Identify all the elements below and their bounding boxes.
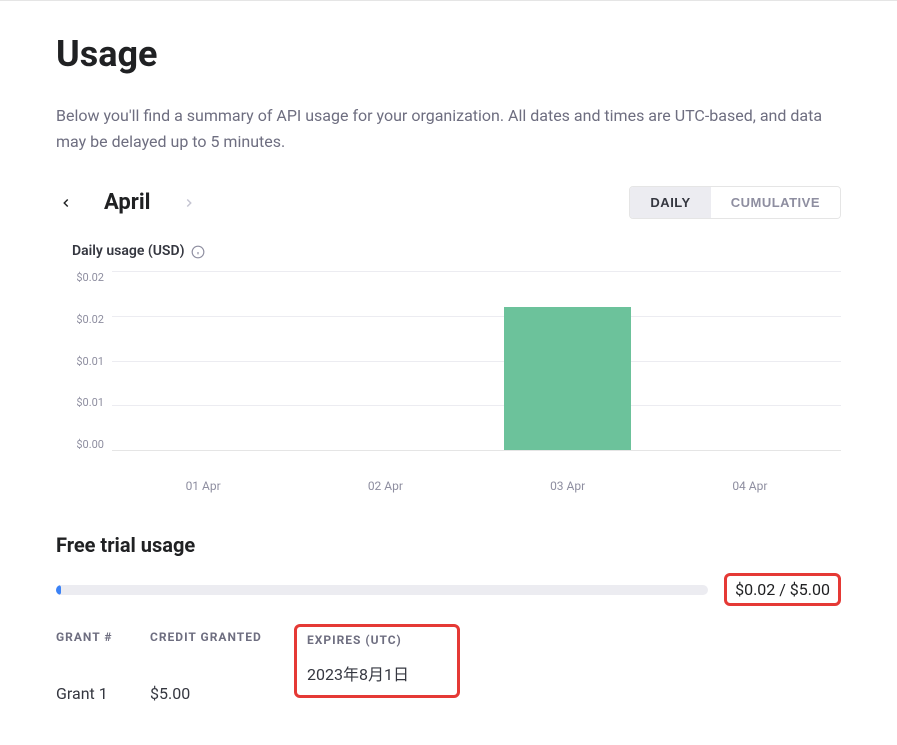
- cell-expires: 2023年8月1日: [307, 665, 409, 684]
- x-tick: 02 Apr: [294, 479, 476, 493]
- x-tick: 04 Apr: [659, 479, 841, 493]
- y-tick: $0.01: [76, 396, 104, 409]
- progress-text: $0.02 / $5.00: [735, 580, 830, 599]
- x-tick: 01 Apr: [112, 479, 294, 493]
- progress-row: $0.02 / $5.00: [56, 573, 841, 606]
- bar[interactable]: [504, 307, 632, 450]
- y-tick: $0.02: [76, 271, 104, 284]
- chevron-right-icon: [182, 196, 196, 210]
- month-label: April: [104, 190, 151, 215]
- month-nav: April: [56, 190, 199, 215]
- cumulative-toggle[interactable]: CUMULATIVE: [711, 187, 840, 218]
- next-month-button[interactable]: [179, 193, 199, 213]
- chart-section: Daily usage (USD) $0.02 $0.02 $0.01 $0.0…: [56, 243, 841, 493]
- x-axis: 01 Apr02 Apr03 Apr04 Apr: [112, 479, 841, 493]
- grants-table: GRANT # CREDIT GRANTED EXPIRES (UTC) 202…: [56, 630, 841, 713]
- bar-slot: [112, 271, 294, 450]
- progress-fill: [56, 585, 61, 595]
- cell-grant: Grant 1: [56, 684, 126, 703]
- view-toggle: DAILY CUMULATIVE: [629, 186, 841, 219]
- bars-container: [112, 271, 841, 450]
- bar-slot: [659, 271, 841, 450]
- x-tick: 03 Apr: [477, 479, 659, 493]
- page-title: Usage: [56, 33, 841, 75]
- free-trial-section: Free trial usage $0.02 / $5.00 GRANT # C…: [56, 533, 841, 713]
- chart-area: $0.02 $0.02 $0.01 $0.01 $0.00: [56, 271, 841, 471]
- info-icon[interactable]: [191, 244, 205, 258]
- bar-slot: [477, 271, 659, 450]
- chevron-left-icon: [59, 196, 73, 210]
- daily-toggle[interactable]: DAILY: [630, 187, 710, 218]
- chart-title-row: Daily usage (USD): [72, 243, 841, 259]
- progress-bar: [56, 585, 708, 595]
- usage-highlight-box: $0.02 / $5.00: [724, 573, 841, 606]
- bar-slot: [294, 271, 476, 450]
- cell-credit: $5.00: [150, 684, 280, 703]
- page-description: Below you'll find a summary of API usage…: [56, 103, 836, 154]
- y-tick: $0.01: [76, 355, 104, 368]
- chart-title: Daily usage (USD): [72, 243, 185, 259]
- free-trial-title: Free trial usage: [56, 533, 841, 557]
- y-tick: $0.00: [76, 438, 104, 451]
- prev-month-button[interactable]: [56, 193, 76, 213]
- header-expires: EXPIRES (UTC): [307, 633, 447, 647]
- y-tick: $0.02: [76, 313, 104, 326]
- y-axis: $0.02 $0.02 $0.01 $0.01 $0.00: [56, 271, 112, 451]
- month-nav-row: April DAILY CUMULATIVE: [56, 186, 841, 219]
- plot-area: [112, 271, 841, 451]
- page-container: Usage Below you'll find a summary of API…: [0, 1, 897, 745]
- expires-highlight-box: EXPIRES (UTC) 2023年8月1日: [294, 624, 460, 698]
